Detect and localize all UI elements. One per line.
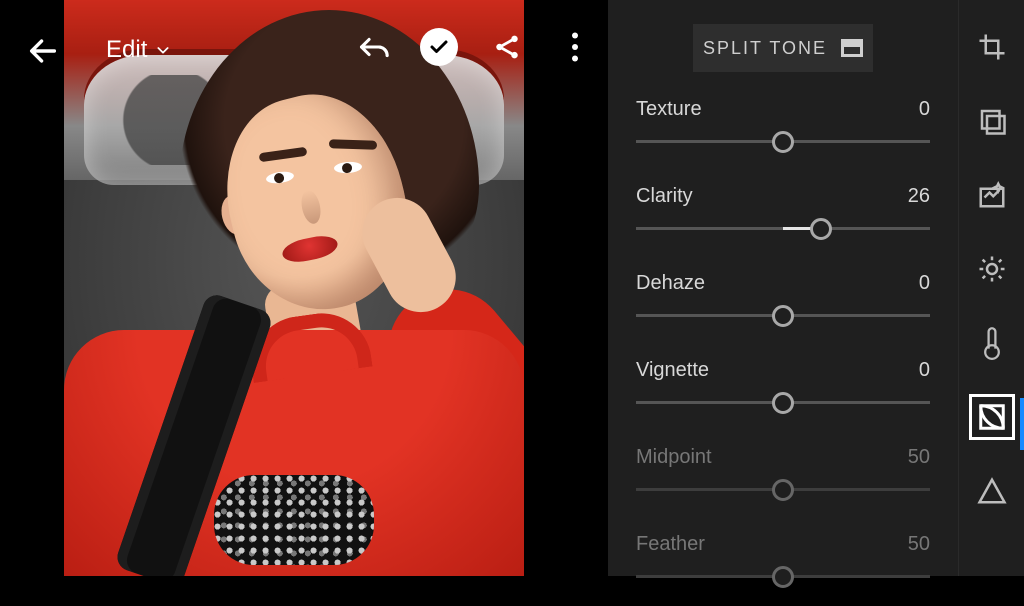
split-tone-button[interactable]: SPLIT TONE: [693, 24, 873, 72]
slider-texture[interactable]: Texture 0: [608, 98, 958, 171]
adjustments-panel: SPLIT TONE Texture0Clarity26Dehaze0Vigne…: [608, 0, 958, 576]
split-tone-icon: [841, 39, 863, 57]
slider-knob[interactable]: [772, 305, 794, 327]
slider-value: 0: [919, 272, 930, 295]
slider-label: Midpoint: [636, 446, 712, 469]
share-button[interactable]: [488, 28, 526, 66]
slider-label: Clarity: [636, 185, 693, 208]
slider-value: 50: [908, 533, 930, 556]
confirm-button[interactable]: [420, 28, 458, 66]
auto-enhance-icon[interactable]: [969, 172, 1015, 218]
mode-dropdown[interactable]: Edit: [106, 30, 171, 70]
slider-track[interactable]: [636, 208, 930, 250]
undo-button[interactable]: [352, 28, 390, 66]
chevron-down-icon: [155, 42, 171, 58]
slider-knob: [772, 479, 794, 501]
mode-label: Edit: [106, 36, 147, 64]
split-tone-label: SPLIT TONE: [703, 38, 827, 59]
slider-track: [636, 469, 930, 511]
slider-knob: [772, 566, 794, 588]
slider-track[interactable]: [636, 382, 930, 424]
overflow-menu-button[interactable]: [556, 28, 594, 66]
slider-label: Feather: [636, 533, 705, 556]
slider-track: [636, 556, 930, 598]
slider-clarity[interactable]: Clarity 26: [608, 185, 958, 258]
presets-icon[interactable]: [969, 98, 1015, 144]
crop-icon[interactable]: [969, 24, 1015, 70]
back-button[interactable]: [22, 30, 64, 72]
image-canvas[interactable]: Edit: [0, 0, 608, 576]
temperature-icon[interactable]: [969, 320, 1015, 366]
slider-value: 50: [908, 446, 930, 469]
slider-value: 26: [908, 185, 930, 208]
slider-dehaze[interactable]: Dehaze 0: [608, 272, 958, 345]
slider-value: 0: [919, 98, 930, 121]
slider-track[interactable]: [636, 295, 930, 337]
slider-knob[interactable]: [772, 392, 794, 414]
slider-label: Vignette: [636, 359, 709, 382]
slider-label: Texture: [636, 98, 702, 121]
active-tool-indicator: [1020, 398, 1024, 450]
slider-vignette[interactable]: Vignette 0: [608, 359, 958, 432]
slider-label: Dehaze: [636, 272, 705, 295]
photo-preview: [64, 0, 524, 576]
slider-knob[interactable]: [772, 131, 794, 153]
detail-icon[interactable]: [969, 468, 1015, 514]
slider-value: 0: [919, 359, 930, 382]
light-icon[interactable]: [969, 246, 1015, 292]
effects-icon[interactable]: [969, 394, 1015, 440]
check-icon: [427, 35, 451, 59]
slider-knob[interactable]: [810, 218, 832, 240]
slider-track[interactable]: [636, 121, 930, 163]
tool-rail: [958, 0, 1024, 576]
slider-midpoint: Midpoint 50: [608, 446, 958, 519]
slider-feather: Feather 50: [608, 533, 958, 606]
